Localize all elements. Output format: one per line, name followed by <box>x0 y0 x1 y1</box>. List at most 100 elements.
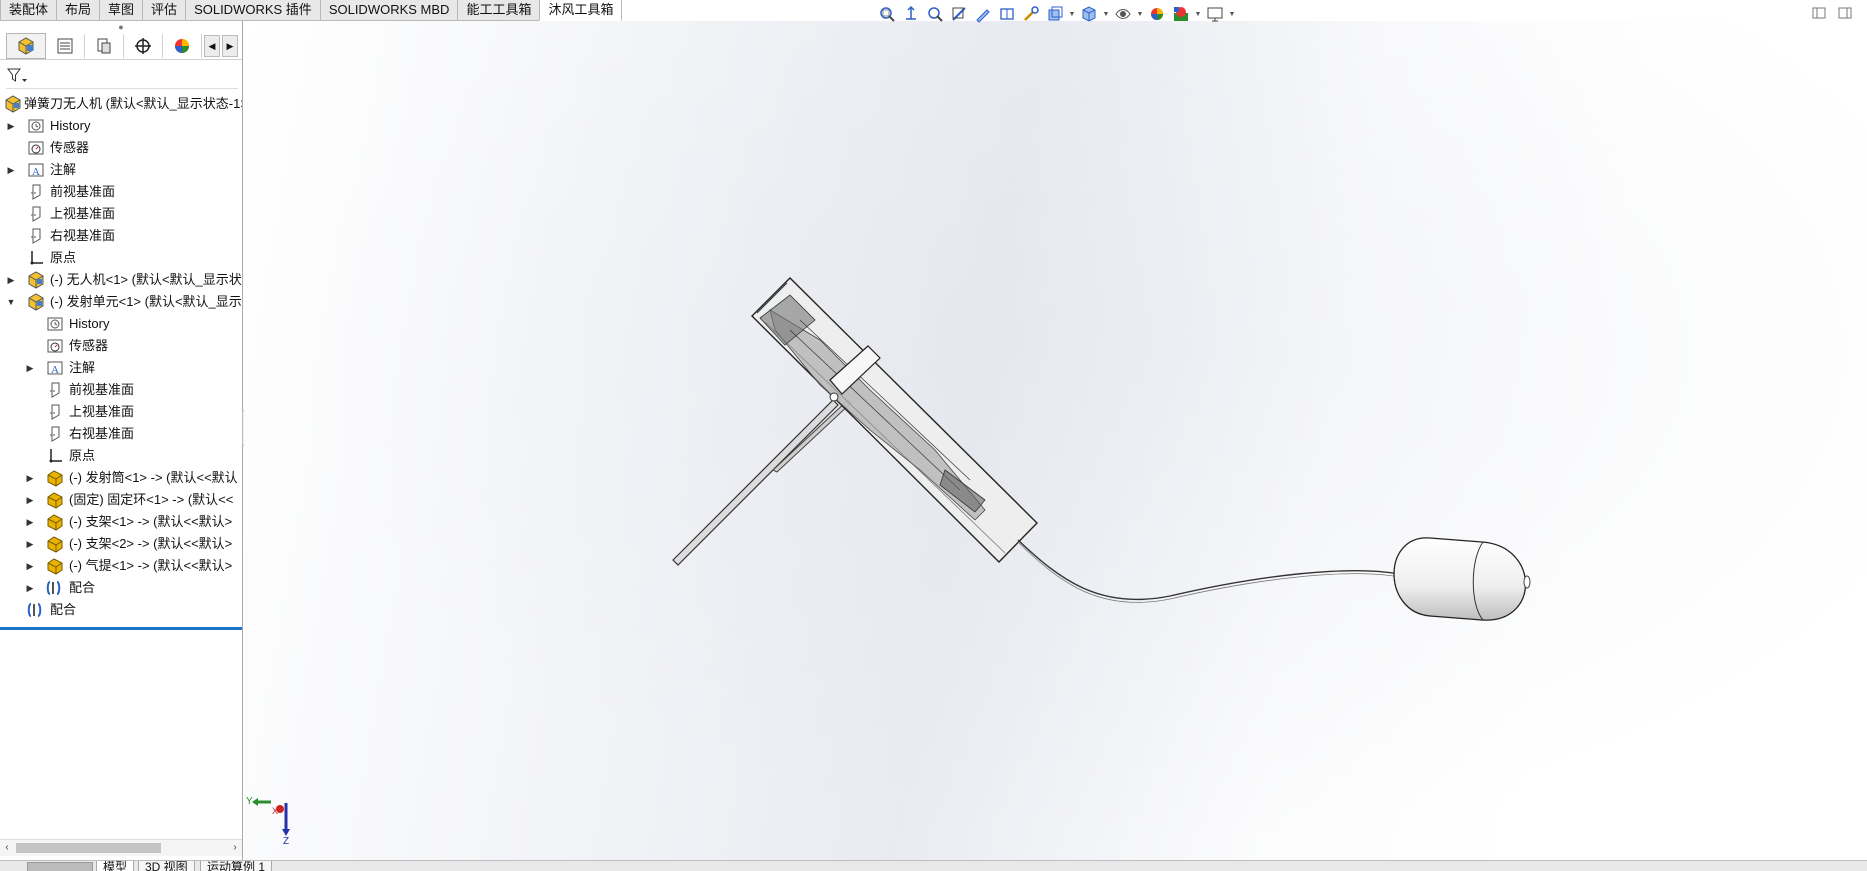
view-orientation-button[interactable] <box>1044 3 1066 25</box>
view-orientation-dropdown[interactable]: ▼ <box>1068 3 1076 25</box>
tab-layout[interactable]: 布局 <box>56 0 101 21</box>
tree-item[interactable]: 配合 <box>0 599 242 621</box>
tabs-scroll-left-button[interactable]: ◀ <box>204 35 220 57</box>
tab-model[interactable]: 模型 <box>96 861 135 871</box>
section-view-button[interactable] <box>948 3 970 25</box>
tree-item[interactable]: 上视基准面 <box>0 401 242 423</box>
expand-arrow-icon[interactable]: ▶ <box>25 511 35 533</box>
expand-arrow-icon[interactable]: ▶ <box>25 467 35 489</box>
expand-arrow-icon[interactable]: ▶ <box>25 555 35 577</box>
tab-solidworks-addins[interactable]: SOLIDWORKS 插件 <box>185 0 321 21</box>
feature-tree-tab[interactable] <box>6 33 46 59</box>
apply-scene-button[interactable] <box>1170 3 1192 25</box>
tree-filter[interactable] <box>6 64 238 89</box>
drone-capsule <box>1393 537 1531 621</box>
apply-scene-dropdown[interactable]: ▼ <box>1194 3 1202 25</box>
tab-nenggong-toolbox[interactable]: 能工工具箱 <box>457 0 541 21</box>
tree-item[interactable]: 前视基准面 <box>0 379 242 401</box>
tree-item[interactable]: ▶ A 注解 <box>0 159 242 181</box>
tab-sketch[interactable]: 草图 <box>99 0 144 21</box>
restore-window-icon[interactable] <box>1811 6 1827 20</box>
tree-item[interactable]: ▶ History <box>0 115 242 137</box>
tree-item[interactable]: 传感器 <box>0 335 242 357</box>
wrench-icon <box>1024 6 1039 21</box>
expand-arrow-icon[interactable]: ▶ <box>6 115 16 137</box>
tree-item[interactable]: 右视基准面 <box>0 423 242 445</box>
scroll-thumb[interactable] <box>16 843 161 853</box>
tree-root-assembly[interactable]: 弹簧刀无人机 (默认<默认_显示状态-1>) <box>0 93 242 115</box>
tree-item[interactable]: ▶ (-) 气提<1> -> (默认<<默认> <box>0 555 242 577</box>
tab-assembly[interactable]: 装配体 <box>0 0 58 21</box>
dynamic-annotation-icon <box>976 9 990 23</box>
tree-item-label: 注解 <box>69 360 96 375</box>
tree-item[interactable]: 原点 <box>0 445 242 467</box>
tree-item-label: 右视基准面 <box>50 228 116 243</box>
tree-item-label: 配合 <box>69 580 96 595</box>
tree-item[interactable]: ▶ (-) 支架<1> -> (默认<<默认> <box>0 511 242 533</box>
dynamic-annotation-button[interactable] <box>972 3 994 25</box>
edit-appearance-button[interactable] <box>1146 3 1168 25</box>
tree-horizontal-scrollbar[interactable]: ‹ › <box>0 839 242 856</box>
previous-view-button[interactable] <box>924 3 946 25</box>
collapse-arrow-icon[interactable]: ▼ <box>6 291 16 313</box>
display-manager-tab[interactable] <box>163 34 202 58</box>
tab-motion-study-1[interactable]: 运动算例 1 <box>200 861 273 871</box>
tree-item[interactable]: ▶ 配合 <box>0 577 242 599</box>
section-view-icon <box>952 7 966 21</box>
expand-arrow-icon[interactable]: ▶ <box>25 489 35 511</box>
apply-scene-icon <box>1174 7 1188 21</box>
history-icon <box>46 315 64 333</box>
display-style-dropdown[interactable]: ▼ <box>1102 3 1110 25</box>
tree-item[interactable]: 上视基准面 <box>0 203 242 225</box>
scroll-right-arrow-icon[interactable]: › <box>228 840 242 856</box>
view-settings-dropdown[interactable]: ▼ <box>1228 3 1236 25</box>
tree-item[interactable]: 传感器 <box>0 137 242 159</box>
property-manager-tab[interactable] <box>46 34 85 58</box>
tree-item[interactable]: ▶ (固定) 固定环<1> -> (默认<< <box>0 489 242 511</box>
wrench-button[interactable] <box>1020 3 1042 25</box>
tree-item[interactable]: History <box>0 313 242 335</box>
3d-view-button[interactable] <box>996 3 1018 25</box>
display-style-button[interactable] <box>1078 3 1100 25</box>
hide-show-items-button[interactable] <box>1112 3 1134 25</box>
tabs-scroll-right-button[interactable]: ▶ <box>222 35 238 57</box>
tree-item[interactable]: 前视基准面 <box>0 181 242 203</box>
expand-arrow-icon[interactable]: ▶ <box>25 533 35 555</box>
panel-grip[interactable]: ● <box>0 21 242 33</box>
launch-tube <box>751 277 1038 563</box>
tab-evaluate[interactable]: 评估 <box>142 0 187 21</box>
tree-item[interactable]: ▶ (-) 无人机<1> (默认<默认_显示状态 <box>0 269 242 291</box>
expand-arrow-icon[interactable]: ▶ <box>25 577 35 599</box>
zoom-to-fit-button[interactable] <box>876 3 898 25</box>
tab-mufeng-toolbox[interactable]: 沐风工具箱 <box>539 0 623 21</box>
tree-item[interactable]: ▶ A 注解 <box>0 357 242 379</box>
expand-arrow-icon[interactable]: ▶ <box>6 159 16 181</box>
tree-item[interactable]: ▶ (-) 发射筒<1> -> (默认<<默认 <box>0 467 242 489</box>
maximize-window-icon[interactable] <box>1837 6 1853 20</box>
tree-item-label: 传感器 <box>69 338 109 353</box>
rollback-bar[interactable] <box>0 627 242 630</box>
svg-text:A: A <box>51 364 59 376</box>
hide-show-dropdown[interactable]: ▼ <box>1136 3 1144 25</box>
expand-arrow-icon[interactable]: ▶ <box>6 269 16 291</box>
tree-item[interactable]: 原点 <box>0 247 242 269</box>
zoom-to-area-button[interactable] <box>900 3 922 25</box>
zoom-to-area-icon <box>906 5 916 20</box>
tree-item[interactable]: 右视基准面 <box>0 225 242 247</box>
tab-solidworks-mbd[interactable]: SOLIDWORKS MBD <box>319 0 459 21</box>
tab-3d-view[interactable]: 3D 视图 <box>138 861 195 871</box>
graphics-viewport[interactable] <box>244 21 1867 860</box>
dimxpert-manager-tab[interactable] <box>124 34 163 58</box>
configuration-manager-tab[interactable] <box>85 34 124 58</box>
expand-arrow-icon[interactable]: ▶ <box>25 357 35 379</box>
tree-item-label: History <box>50 118 91 133</box>
tree-item-label: 前视基准面 <box>69 382 135 397</box>
tree-item[interactable]: ▼ (-) 发射单元<1> (默认<默认_显示状 <box>0 291 242 313</box>
scroll-left-arrow-icon[interactable]: ‹ <box>0 840 14 856</box>
view-settings-button[interactable] <box>1204 3 1226 25</box>
tree-item[interactable]: ▶ (-) 支架<2> -> (默认<<默认> <box>0 533 242 555</box>
view-triad: Y X Z <box>246 796 290 844</box>
